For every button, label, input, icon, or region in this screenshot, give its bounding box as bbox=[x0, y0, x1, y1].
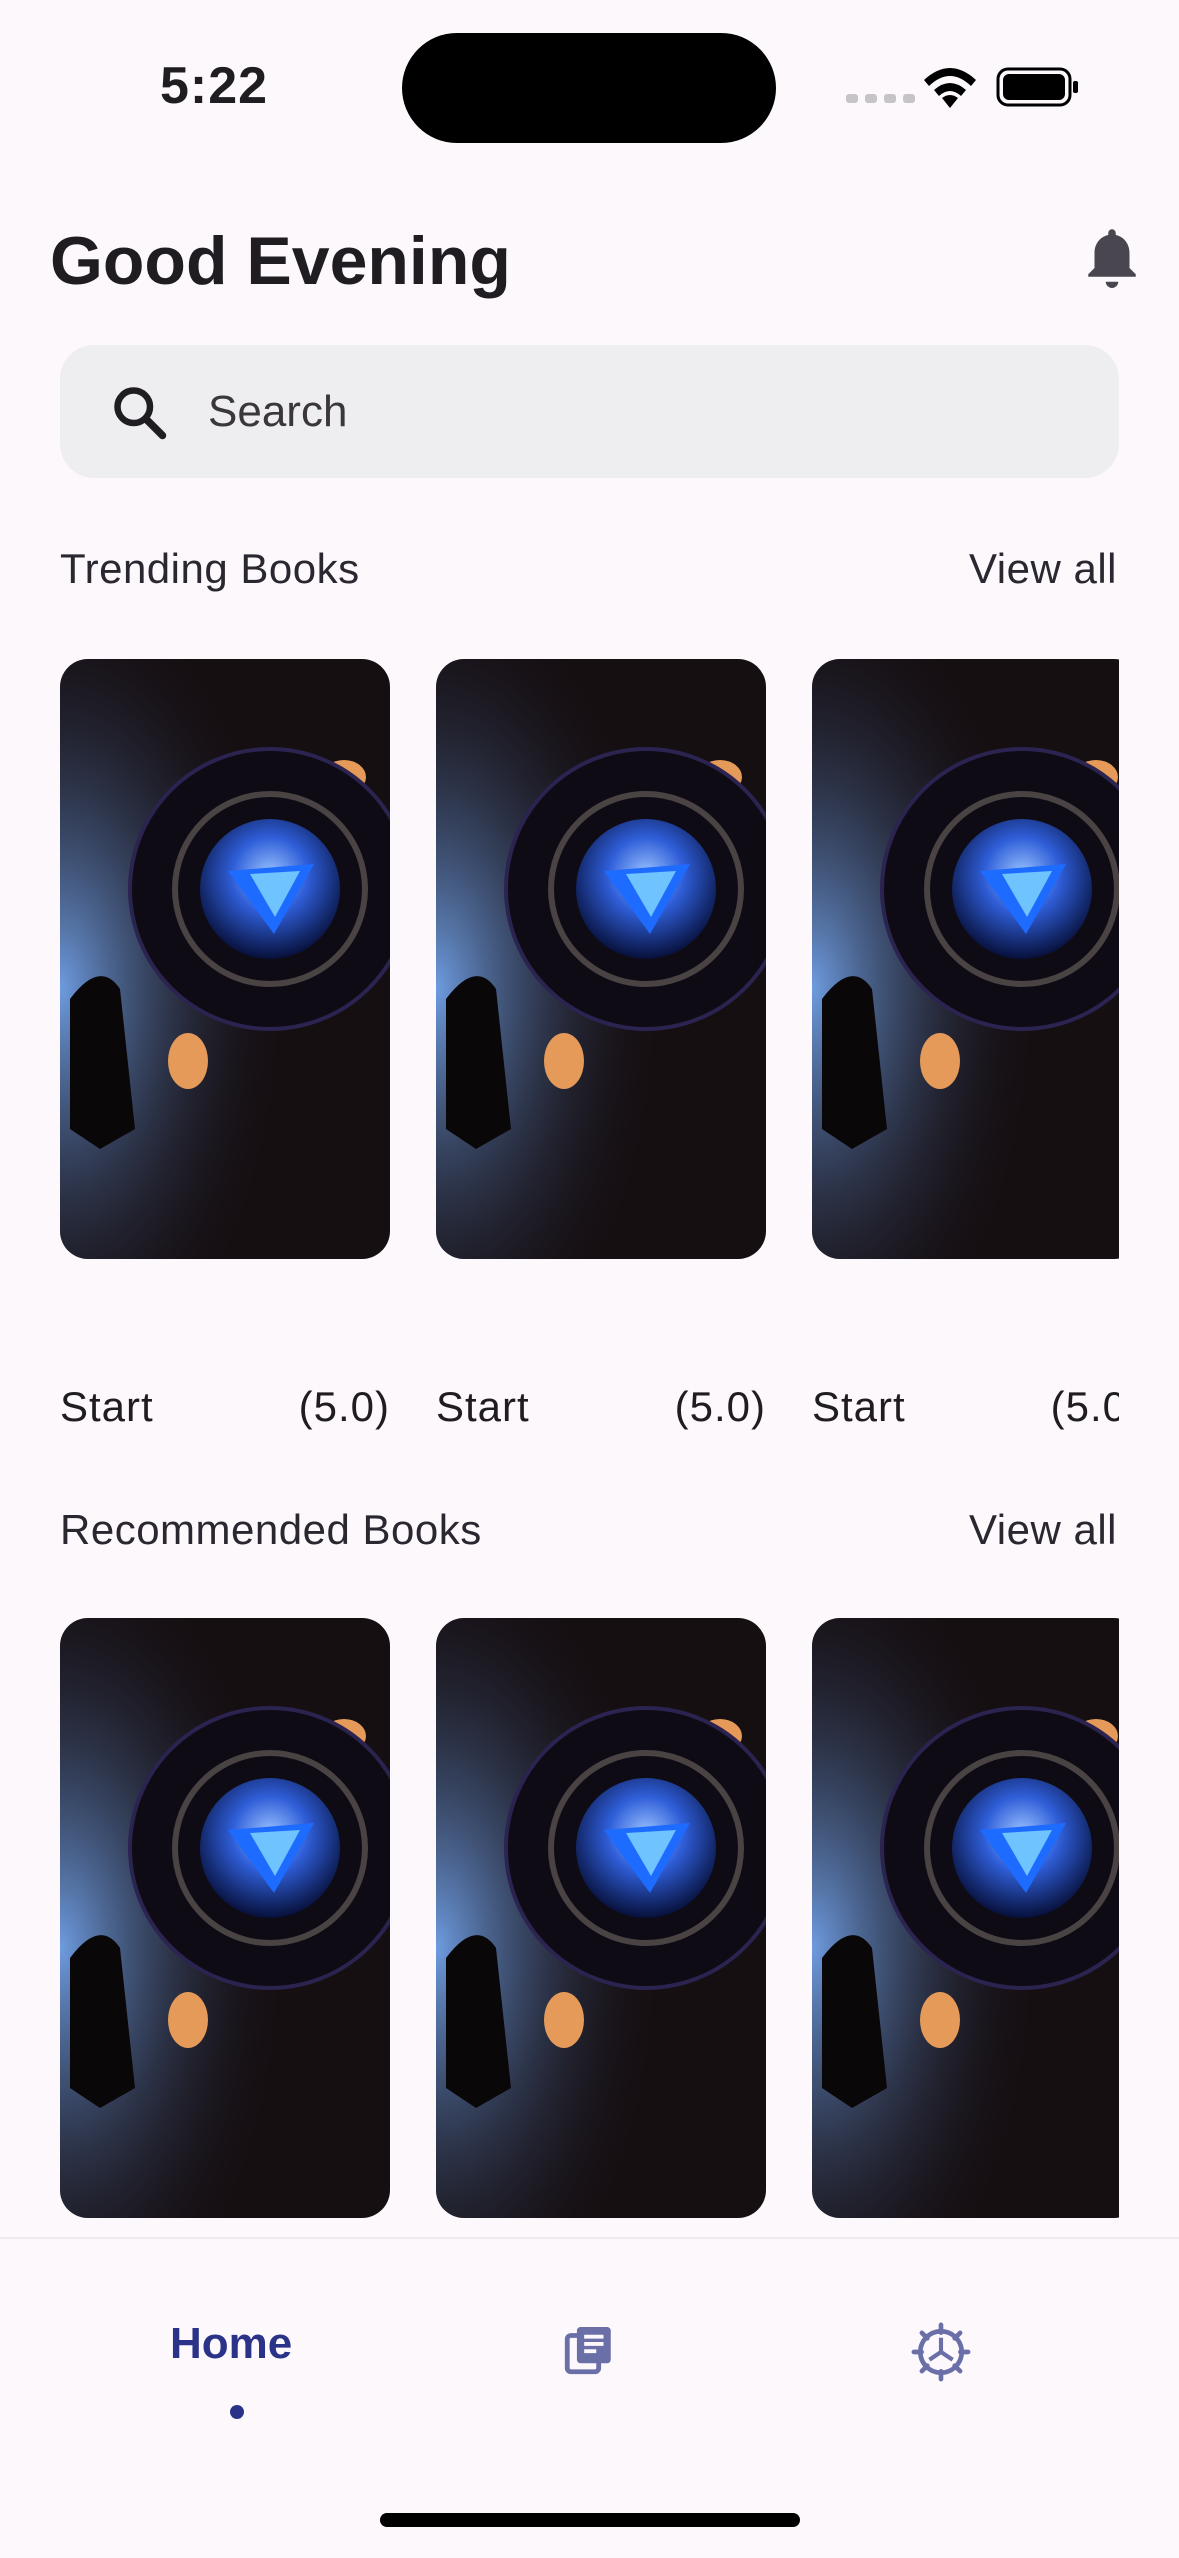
recommended-books-title: Recommended Books bbox=[60, 1506, 482, 1553]
library-icon[interactable] bbox=[560, 2321, 618, 2379]
greeting-title: Good Evening bbox=[50, 223, 511, 299]
book-meta: Start (5.0) bbox=[812, 1383, 1119, 1431]
book-cover-image bbox=[60, 1618, 390, 2218]
trending-books-carousel[interactable] bbox=[60, 659, 1119, 1259]
book-cover-image bbox=[60, 659, 390, 1259]
battery-icon bbox=[996, 67, 1078, 107]
book-meta: Start (5.0) bbox=[60, 1383, 390, 1431]
book-rating: (5.0) bbox=[674, 1383, 766, 1430]
search-bar[interactable] bbox=[60, 345, 1119, 478]
bottom-navigation-bar: Home bbox=[0, 2237, 1179, 2558]
book-cover-image bbox=[812, 659, 1119, 1259]
trending-view-all-link[interactable]: View all bbox=[969, 545, 1117, 593]
book-meta: Start (5.0) bbox=[436, 1383, 766, 1431]
book-card[interactable] bbox=[60, 659, 390, 1259]
recommended-books-carousel[interactable] bbox=[60, 1618, 1119, 2218]
dynamic-island bbox=[402, 33, 776, 143]
book-title: Start bbox=[812, 1383, 906, 1430]
active-tab-indicator bbox=[230, 2405, 244, 2419]
wifi-icon bbox=[924, 68, 976, 108]
notification-bell-icon[interactable] bbox=[1082, 225, 1142, 291]
book-card[interactable] bbox=[812, 659, 1119, 1259]
status-time: 5:22 bbox=[160, 57, 269, 115]
book-card[interactable] bbox=[60, 1618, 390, 2218]
search-input[interactable] bbox=[206, 375, 1060, 449]
search-icon bbox=[114, 387, 167, 440]
book-rating: (5.0) bbox=[298, 1383, 390, 1430]
book-card[interactable] bbox=[436, 659, 766, 1259]
settings-gear-icon[interactable] bbox=[910, 2321, 972, 2383]
book-rating: (5.0) bbox=[1050, 1383, 1119, 1430]
trending-books-title: Trending Books bbox=[60, 545, 360, 592]
recommended-view-all-link[interactable]: View all bbox=[969, 1506, 1117, 1554]
cellular-signal-icon bbox=[846, 94, 915, 103]
home-indicator bbox=[380, 2513, 800, 2527]
book-cover-image bbox=[436, 1618, 766, 2218]
book-card[interactable] bbox=[812, 1618, 1119, 2218]
book-card[interactable] bbox=[436, 1618, 766, 2218]
trending-books-meta-row: Start (5.0) Start (5.0) Start (5.0) bbox=[60, 1383, 1119, 1443]
book-title: Start bbox=[436, 1383, 530, 1430]
book-cover-image bbox=[812, 1618, 1119, 2218]
book-title: Start bbox=[60, 1383, 154, 1430]
book-cover-image bbox=[436, 659, 766, 1259]
nav-home-tab[interactable]: Home bbox=[170, 2319, 292, 2369]
